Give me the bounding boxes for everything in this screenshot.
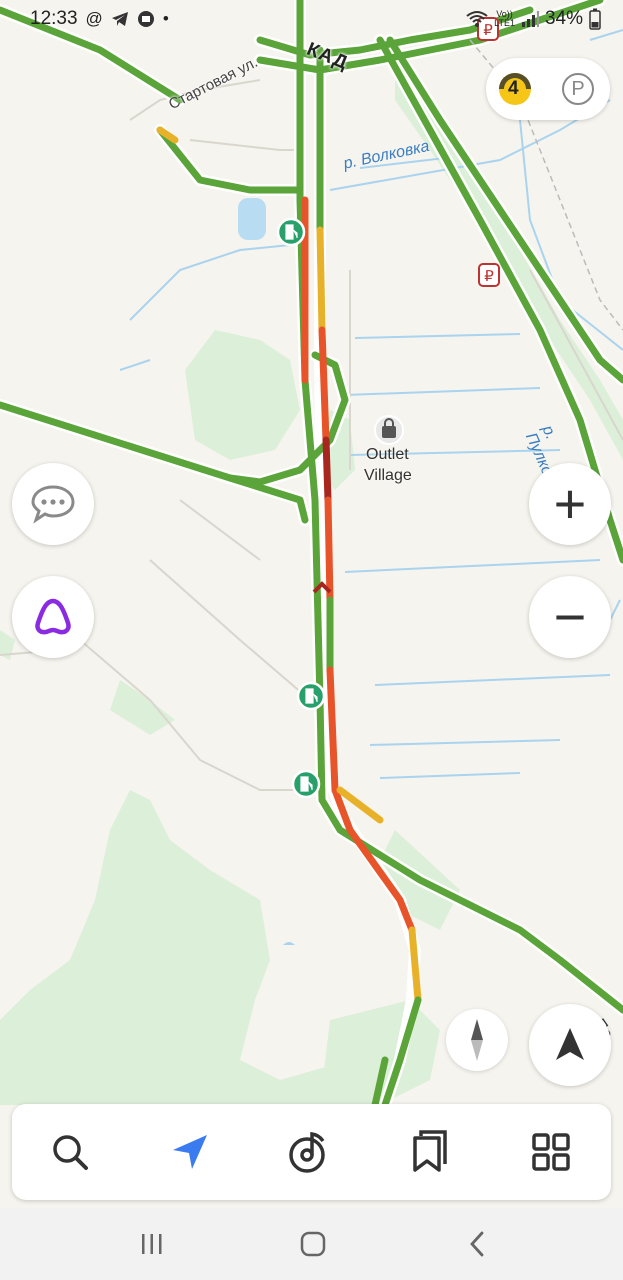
plus-icon: + — [553, 472, 587, 535]
signal-icon — [521, 11, 539, 27]
navigation-arrow-icon — [173, 1135, 207, 1169]
wifi-icon — [466, 11, 488, 27]
status-time: 12:33 — [30, 8, 78, 29]
compass-icon — [471, 1019, 483, 1061]
poi-label-outlet-line1: Outlet — [366, 446, 409, 463]
parking-button[interactable]: P — [562, 73, 594, 105]
bookmarks-icon — [413, 1130, 447, 1172]
poi-label-outlet-line2: Village — [364, 467, 412, 484]
shopping-bag-icon[interactable] — [374, 415, 404, 445]
home-button[interactable] — [291, 1224, 335, 1264]
traffic-level: 4 — [508, 78, 519, 99]
pond — [238, 198, 266, 240]
dot-icon: • — [162, 9, 169, 28]
grid-menu-icon — [532, 1133, 570, 1171]
fuel-station-icon[interactable] — [291, 769, 321, 799]
location-arrow-icon — [556, 1028, 584, 1060]
battery-percent: 34% — [544, 8, 583, 29]
voice-chat-button[interactable] — [12, 463, 94, 545]
chat-bubble-icon — [31, 485, 75, 524]
fuel-station-icon[interactable] — [276, 217, 306, 247]
home-icon — [300, 1231, 326, 1257]
alice-assistant-button[interactable] — [12, 576, 94, 658]
tab-music[interactable] — [280, 1122, 340, 1182]
at-sign-icon: @ — [85, 9, 103, 28]
my-location-button[interactable] — [529, 1004, 611, 1086]
bottom-tab-bar — [12, 1104, 611, 1200]
zoom-out-button[interactable]: − — [529, 576, 611, 658]
volte-label: Vo)) LTE1 — [494, 9, 515, 28]
recent-apps-button[interactable] — [130, 1224, 174, 1264]
map-canvas[interactable]: ₽ ₽ — [0, 0, 623, 1280]
tab-search[interactable] — [40, 1122, 100, 1182]
back-icon — [470, 1231, 484, 1257]
tab-services[interactable] — [521, 1122, 581, 1182]
traffic-widget[interactable]: 4 P — [486, 58, 610, 120]
recent-apps-icon — [142, 1234, 162, 1254]
delivery-icon — [137, 11, 154, 27]
svg-text:₽: ₽ — [484, 268, 494, 285]
ruble-poi-icon[interactable]: ₽ — [478, 263, 500, 287]
system-nav-bar — [0, 1208, 623, 1280]
telegram-icon — [111, 12, 128, 26]
tab-bookmarks[interactable] — [401, 1122, 461, 1182]
compass-button[interactable] — [446, 1009, 508, 1071]
battery-icon — [589, 8, 601, 30]
alice-icon — [35, 598, 71, 635]
minus-icon: − — [553, 585, 587, 648]
music-note-icon — [289, 1131, 325, 1173]
search-icon — [53, 1135, 88, 1170]
back-button[interactable] — [455, 1224, 499, 1264]
fuel-station-icon[interactable] — [296, 681, 326, 711]
zoom-in-button[interactable]: + — [529, 463, 611, 545]
status-bar: 12:33 @ • Vo)) LTE1 34% — [0, 0, 623, 38]
tab-navigator[interactable] — [160, 1122, 220, 1182]
